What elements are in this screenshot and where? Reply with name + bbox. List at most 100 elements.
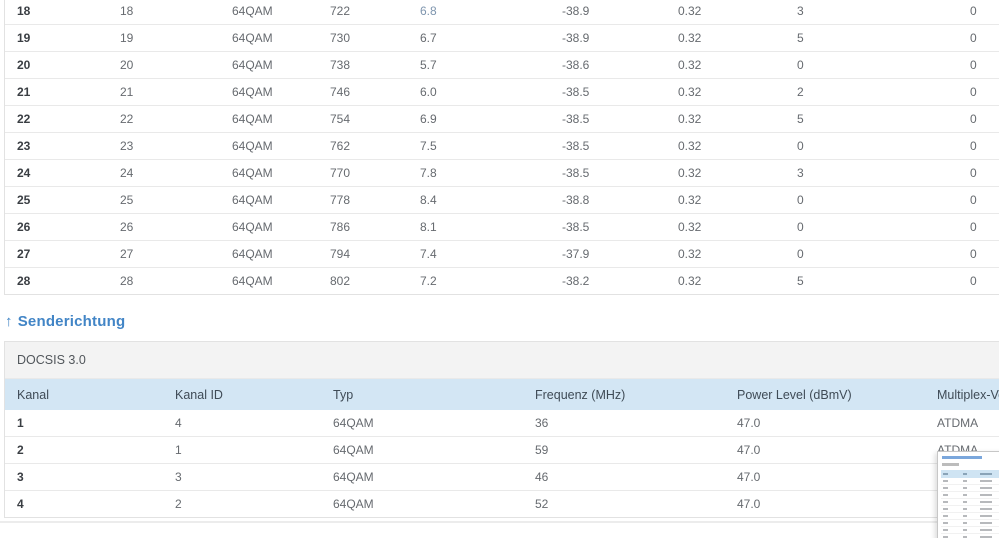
table-cell: 26 [5,213,108,241]
table-cell: 0 [970,274,977,288]
preview-cell-dash [980,487,992,489]
table-row: 4264QAM5247.0ATDMA [5,491,999,518]
table-cell: 0 [958,105,999,133]
table-cell: 64QAM [220,159,318,187]
column-header: Frequenz (MHz) [523,379,725,410]
preview-row [941,513,999,520]
table-cell: 5 [797,274,804,288]
table-row: 3364QAM4647.0ATDMA [5,463,999,491]
downstream-table-body: 18 18 64QAM 722 6.8 -38.9 0.32 3 0 19 19 64QAM 730 6.… [5,0,999,294]
table-cell: -37.9 [550,240,666,268]
up-arrow-icon: ↑ [5,313,13,330]
table-cell: 28 [17,274,31,288]
table-cell: 0.32 [666,132,785,160]
table-row: 23 23 64QAM 762 7.5 -38.5 0.32 0 0 [5,132,999,160]
table-cell: ATDMA [925,410,999,437]
table-cell: 5 [785,24,958,52]
upstream-table: Kanal Kanal ID Typ Frequenz (MHz) Power Leve… [5,379,999,517]
table-cell: 64QAM [321,463,523,491]
table-cell: 0.32 [666,159,785,187]
preview-cell-dash [980,508,992,510]
preview-cell-dash [943,522,948,524]
table-cell: 36 [523,410,725,437]
table-cell: 7.2 [420,274,437,288]
table-cell: 19 [5,24,108,52]
preview-header-cell [980,473,992,475]
table-cell: 64QAM [321,436,523,464]
table-cell: 1 [163,436,321,464]
table-cell: 0.32 [678,274,702,288]
table-cell: 5 [785,105,958,133]
table-cell: 21 [108,78,220,106]
preview-cell-dash [943,529,948,531]
table-cell: 0 [785,240,958,268]
upstream-table-card: DOCSIS 3.0 Kanal Kanal ID Typ Frequenz (MHz… [4,341,999,518]
table-cell: 26 [108,213,220,241]
table-cell: 24 [5,159,108,187]
table-cell: 8.4 [408,186,550,214]
table-cell: 7.4 [408,240,550,268]
column-header: Multiplex-Verfahren [925,379,999,410]
table-cell: 0.32 [666,24,785,52]
table-cell: 2 [5,436,163,464]
table-cell: 794 [318,240,408,268]
preview-cell-dash [943,501,948,503]
table-cell: 22 [5,105,108,133]
table-cell: 786 [318,213,408,241]
table-cell: -38.8 [550,186,666,214]
preview-cell-dash [943,508,948,510]
preview-heading-bar [942,456,982,459]
preview-cell-dash [980,529,992,531]
preview-cell-dash [980,480,992,482]
table-cell: 0 [785,51,958,79]
table-cell: 6.9 [408,105,550,133]
table-cell: 64QAM [333,497,374,511]
upstream-heading-label: Senderichtung [17,313,126,330]
table-cell: 2 [175,497,182,511]
table-cell: 0 [958,24,999,52]
table-row: 28 28 64QAM 802 7.2 -38.2 0.32 5 0 [5,268,999,295]
preview-cell-dash [963,494,967,496]
column-header: Power Level (dBmV) [725,379,925,410]
downstream-table-card: 18 18 64QAM 722 6.8 -38.9 0.32 3 0 19 19 64QAM 730 6.… [4,0,999,295]
table-cell: 64QAM [220,105,318,133]
table-cell: 754 [318,105,408,133]
table-cell: -38.2 [562,274,590,288]
table-cell: 0 [958,132,999,160]
table-preview-thumbnail[interactable] [937,451,999,538]
table-cell: 8.1 [408,213,550,241]
table-cell: 25 [5,186,108,214]
table-cell: 18 [108,0,220,25]
preview-row [941,527,999,534]
table-cell: -38.9 [550,24,666,52]
downstream-table: 18 18 64QAM 722 6.8 -38.9 0.32 3 0 19 19 64QAM 730 6.… [5,0,999,294]
table-cell: -38.5 [550,78,666,106]
table-cell: 0 [958,78,999,106]
table-cell: 0.32 [666,0,785,25]
preview-row [941,492,999,499]
table-cell: 0.32 [666,240,785,268]
table-row: 18 18 64QAM 722 6.8 -38.9 0.32 3 0 [5,0,999,25]
table-cell: 18 [5,0,108,25]
table-row: 1 4 64QAM 36 47.0 ATDMA [5,410,999,437]
column-header: Kanal ID [163,379,321,410]
table-cell: 770 [318,159,408,187]
table-cell: 738 [318,51,408,79]
table-cell: 22 [108,105,220,133]
table-cell: 1 [5,410,163,437]
table-cell: 3 [5,463,163,491]
table-cell: 0 [785,186,958,214]
preview-cell-dash [980,501,992,503]
table-cell: -38.5 [550,105,666,133]
table-cell: 24 [108,159,220,187]
table-cell: 46 [523,463,725,491]
preview-docsis-label-bar [942,463,959,466]
table-cell: 47.0 [737,497,761,511]
preview-cell-dash [980,494,992,496]
table-cell: 21 [5,78,108,106]
table-cell: 0 [958,159,999,187]
table-cell: 762 [318,132,408,160]
table-cell: -38.9 [550,0,666,25]
preview-header-cell [943,473,948,475]
table-row: Kanal Kanal ID Typ Frequenz (MHz) Power Leve… [5,379,999,410]
